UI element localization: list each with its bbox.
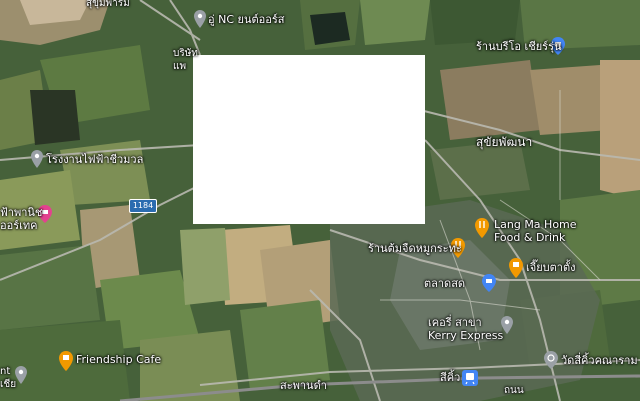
place-label-power-plant[interactable]: โรงงานไฟฟ้าชีวมวล <box>46 153 143 166</box>
place-label-train-station[interactable]: สีคิ้ว <box>440 371 460 384</box>
place-label-fapa-1[interactable]: ฟ้าพานิช <box>0 206 42 219</box>
place-pin-icon[interactable] <box>31 150 43 168</box>
place-label-company[interactable]: บริษัท <box>173 47 198 60</box>
place-pin-icon[interactable] <box>15 366 27 384</box>
place-label-company-2[interactable]: แพ <box>173 60 186 73</box>
place-label-nc-car[interactable]: อู่ NC ยนต์ออร์ส <box>208 13 284 26</box>
market-pin-icon[interactable] <box>482 274 496 292</box>
place-label-cafe-right[interactable]: เจี๊ยบตาตั้ง <box>526 261 575 274</box>
cafe-pin-icon[interactable] <box>59 351 73 371</box>
temple-pin-icon[interactable] <box>544 351 558 369</box>
road-label-station: สะพานดำ <box>280 379 327 392</box>
place-label-temple[interactable]: วัดสี่คิ้วคณาราม <box>561 354 638 367</box>
place-label-market[interactable]: ตลาดสด <box>424 277 465 290</box>
village-label: สุขัยพัฒนา <box>476 135 533 149</box>
route-shield: 1184 <box>129 199 157 213</box>
place-label-fapa-2[interactable]: ออร์เทค <box>0 219 38 232</box>
place-label-left-edge-1[interactable]: nt <box>0 365 10 378</box>
place-label-kerry-th[interactable]: เคอรี่ สาขา <box>428 316 482 329</box>
place-label-top-left[interactable]: สุขุมพาร์ม <box>86 0 130 10</box>
place-label-kerry-en[interactable]: Kerry Express <box>428 329 503 342</box>
blank-overlay-panel <box>193 55 425 224</box>
place-label-friendship-cafe[interactable]: Friendship Cafe <box>76 353 161 366</box>
place-label-lang-ma-2[interactable]: Food & Drink <box>494 231 565 244</box>
place-label-lang-ma-1[interactable]: Lang Ma Home <box>494 218 577 231</box>
restaurant-pin-icon[interactable] <box>475 218 489 238</box>
road-label-bottom-right: ถนน <box>504 385 524 396</box>
place-label-restaurant[interactable]: ร้านต้มจืดหมูกระทะ <box>368 242 462 255</box>
satellite-map[interactable]: 1184 สุขุมพาร์ม อู่ NC ยนต์ออร์ส บริษัท … <box>0 0 640 401</box>
cafe-pin-icon[interactable] <box>509 258 523 278</box>
train-station-icon[interactable] <box>462 370 478 386</box>
place-label-left-edge-2[interactable]: เชีย <box>0 378 16 391</box>
place-label-shop-top-right[interactable]: ร้านบรีโอ เชียร์รุ่น <box>476 40 562 53</box>
place-pin-icon[interactable] <box>194 10 206 28</box>
